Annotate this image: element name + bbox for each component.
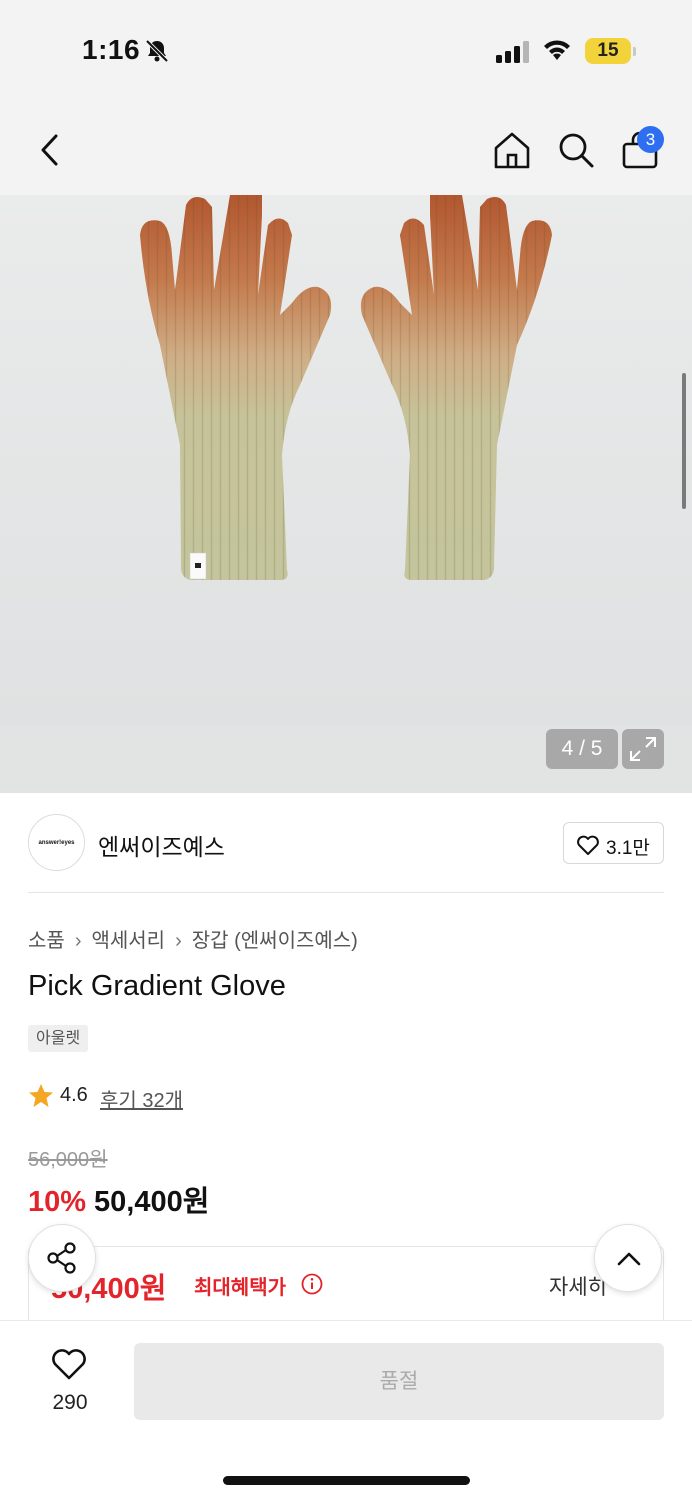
image-pager: 4 / 5	[546, 729, 618, 769]
left-glove	[140, 195, 332, 580]
scroll-to-top-button[interactable]	[594, 1224, 662, 1292]
expand-image-button[interactable]	[622, 729, 664, 769]
brand-row[interactable]: answer!eyes 엔써이즈예스 3.1만	[28, 814, 664, 874]
wifi-icon	[544, 40, 570, 60]
sale-price: 50,400원	[94, 1186, 210, 1218]
discount-rate: 10%	[28, 1186, 87, 1218]
bottom-action-bar: 290 품절	[0, 1320, 692, 1500]
breadcrumb-item-category[interactable]: 소품	[28, 930, 65, 952]
brand-like-count: 3.1만	[606, 838, 650, 859]
brand-name[interactable]: 엔써이즈예스	[98, 828, 225, 862]
brand-logo[interactable]: answer!eyes	[28, 814, 85, 871]
divider	[28, 892, 664, 893]
rating-value: 4.6	[60, 1084, 88, 1106]
reviews-link[interactable]: 후기 32개	[100, 1084, 183, 1113]
sold-out-button[interactable]: 품절	[134, 1343, 664, 1420]
max-benefit-box[interactable]: 50,400원 최대혜택가 자세히	[28, 1246, 664, 1320]
chevron-right-icon: ›	[74, 930, 82, 952]
share-icon	[47, 1242, 76, 1274]
battery-indicator: 15	[585, 38, 631, 64]
heart-outline-icon	[577, 835, 599, 855]
sale-price-row: 10% 50,400원	[28, 1178, 209, 1220]
home-indicator[interactable]	[223, 1476, 470, 1485]
battery-level: 15	[597, 40, 619, 61]
status-bar: 1:16 15	[0, 0, 692, 100]
chevron-up-icon	[617, 1252, 641, 1266]
top-navigation	[0, 100, 692, 195]
status-time: 1:16	[82, 34, 141, 65]
breadcrumb-item-current[interactable]: 장갑 (엔써이즈예스)	[192, 930, 358, 952]
back-icon[interactable]	[34, 130, 64, 170]
cart-count-badge[interactable]: 3	[637, 126, 664, 153]
info-icon[interactable]	[301, 1273, 323, 1295]
product-title: Pick Gradient Glove	[28, 970, 286, 1002]
product-image[interactable]	[0, 195, 692, 726]
breadcrumb-item-subcategory[interactable]: 액세서리	[91, 930, 165, 952]
wishlist-count: 290	[52, 1391, 88, 1414]
chevron-right-icon: ›	[175, 930, 182, 952]
product-image-gallery[interactable]: 4 / 5	[0, 195, 692, 793]
page-scroll-indicator[interactable]	[682, 373, 686, 509]
share-button[interactable]	[28, 1224, 96, 1292]
battery-cap	[633, 47, 636, 56]
breadcrumb: 소품 › 액세서리 › 장갑 (엔써이즈예스)	[28, 924, 358, 953]
brand-like-button[interactable]: 3.1만	[563, 822, 664, 864]
max-benefit-label: 최대혜택가	[194, 1277, 286, 1299]
star-icon	[29, 1084, 53, 1107]
original-price: 56,000원	[28, 1149, 108, 1171]
right-glove	[360, 195, 552, 580]
glove-illustration	[140, 195, 552, 580]
bell-off-icon	[145, 39, 169, 63]
expand-icon	[630, 737, 656, 761]
cellular-signal-icon	[496, 41, 529, 63]
heart-outline-icon	[52, 1349, 86, 1380]
home-icon[interactable]	[492, 130, 532, 170]
wishlist-button[interactable]: 290	[34, 1345, 106, 1425]
outlet-tag: 아울렛	[28, 1025, 89, 1052]
search-icon[interactable]	[556, 130, 596, 170]
